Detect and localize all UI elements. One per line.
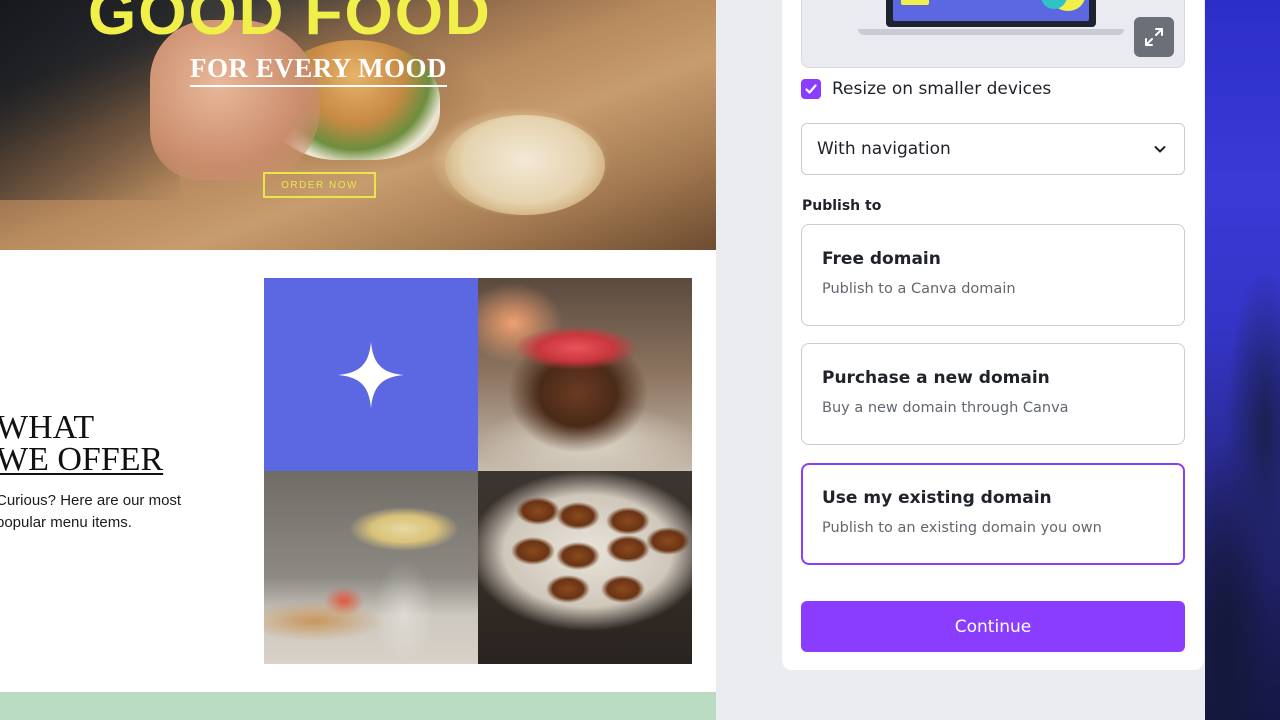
option-title: Use my existing domain [822,488,1052,508]
sparkle-tile [264,278,478,471]
site-preview-thumbnail [801,0,1185,68]
navigation-select-value: With navigation [817,139,951,159]
option-title: Free domain [822,249,941,269]
expand-icon [1145,28,1163,46]
hero-bun-image [445,115,605,215]
offer-description: Curious? Here are our most popular menu … [0,492,182,531]
resize-checkbox[interactable] [801,79,821,99]
offer-heading: WHAT WE OFFER [0,409,164,478]
footer-band [0,692,716,720]
option-title: Purchase a new domain [822,368,1050,388]
desktop-background [1205,0,1280,720]
purchase-domain-option[interactable]: Purchase a new domain Buy a new domain t… [801,343,1185,445]
checkmark-icon [805,84,817,94]
publish-to-heading: Publish to [802,198,882,214]
cocktail-photo [264,471,478,664]
resize-checkbox-row[interactable]: Resize on smaller devices [801,77,1051,101]
laptop-base [858,29,1124,35]
hero-title: GOOD FOOD [88,0,492,48]
hero-banner: GOOD FOOD FOR EVERY MOOD ORDER NOW [0,0,716,250]
expand-preview-button[interactable] [1134,17,1174,57]
option-description: Publish to a Canva domain [822,281,1016,297]
continue-button[interactable]: Continue [801,601,1185,652]
burger-photo [478,278,692,471]
website-preview: GOOD FOOD FOR EVERY MOOD ORDER NOW WHAT … [0,0,716,720]
existing-domain-option[interactable]: Use my existing domain Publish to an exi… [801,463,1185,565]
resize-label: Resize on smaller devices [832,79,1052,99]
free-domain-option[interactable]: Free domain Publish to a Canva domain [801,224,1185,326]
publish-panel: Resize on smaller devices With navigatio… [782,0,1204,670]
chevron-down-icon [1154,146,1166,153]
offer-heading-line1: WHAT [0,409,95,446]
sparkle-star-icon [338,341,404,408]
option-description: Buy a new domain through Canva [822,400,1069,416]
option-description: Publish to an existing domain you own [822,520,1102,536]
laptop-screen [886,0,1096,27]
hero-subtitle: FOR EVERY MOOD [190,52,448,87]
navigation-select[interactable]: With navigation [801,123,1185,175]
chicken-wings-photo [478,471,692,664]
order-now-button[interactable]: ORDER NOW [263,172,376,198]
offer-heading-line2: WE OFFER [0,441,164,478]
